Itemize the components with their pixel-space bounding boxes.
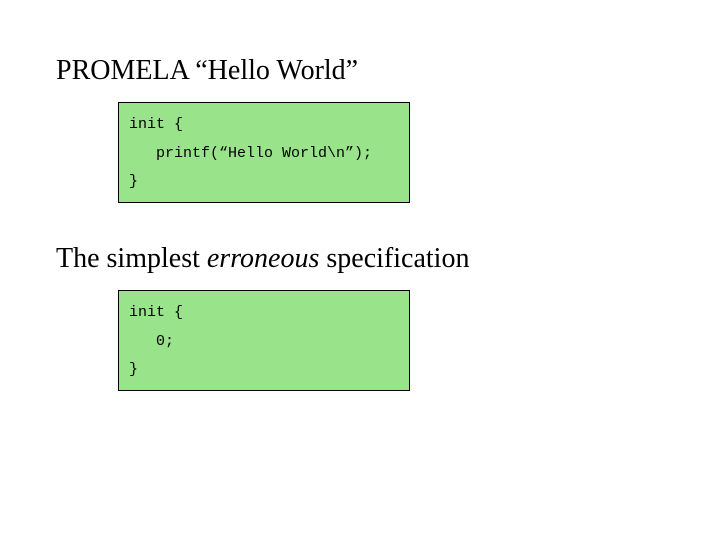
code-block-erroneous: init { 0; } [118, 290, 410, 391]
code-block-hello: init { printf(“Hello World\n”); } [118, 102, 410, 203]
code-line: } [129, 361, 138, 378]
code-line: printf(“Hello World\n”); [129, 145, 372, 162]
text: specification [319, 243, 469, 274]
slide: PROMELA “Hello World” init { printf(“Hel… [0, 0, 720, 540]
slide-title: PROMELA “Hello World” [56, 56, 358, 87]
code-line: 0; [129, 333, 174, 350]
code-line: init { [129, 304, 183, 321]
code-line: init { [129, 116, 183, 133]
text: The simplest [56, 243, 207, 274]
text-italic: erroneous [207, 243, 320, 274]
code-line: } [129, 173, 138, 190]
slide-subtitle: The simplest erroneous specification [56, 244, 469, 275]
